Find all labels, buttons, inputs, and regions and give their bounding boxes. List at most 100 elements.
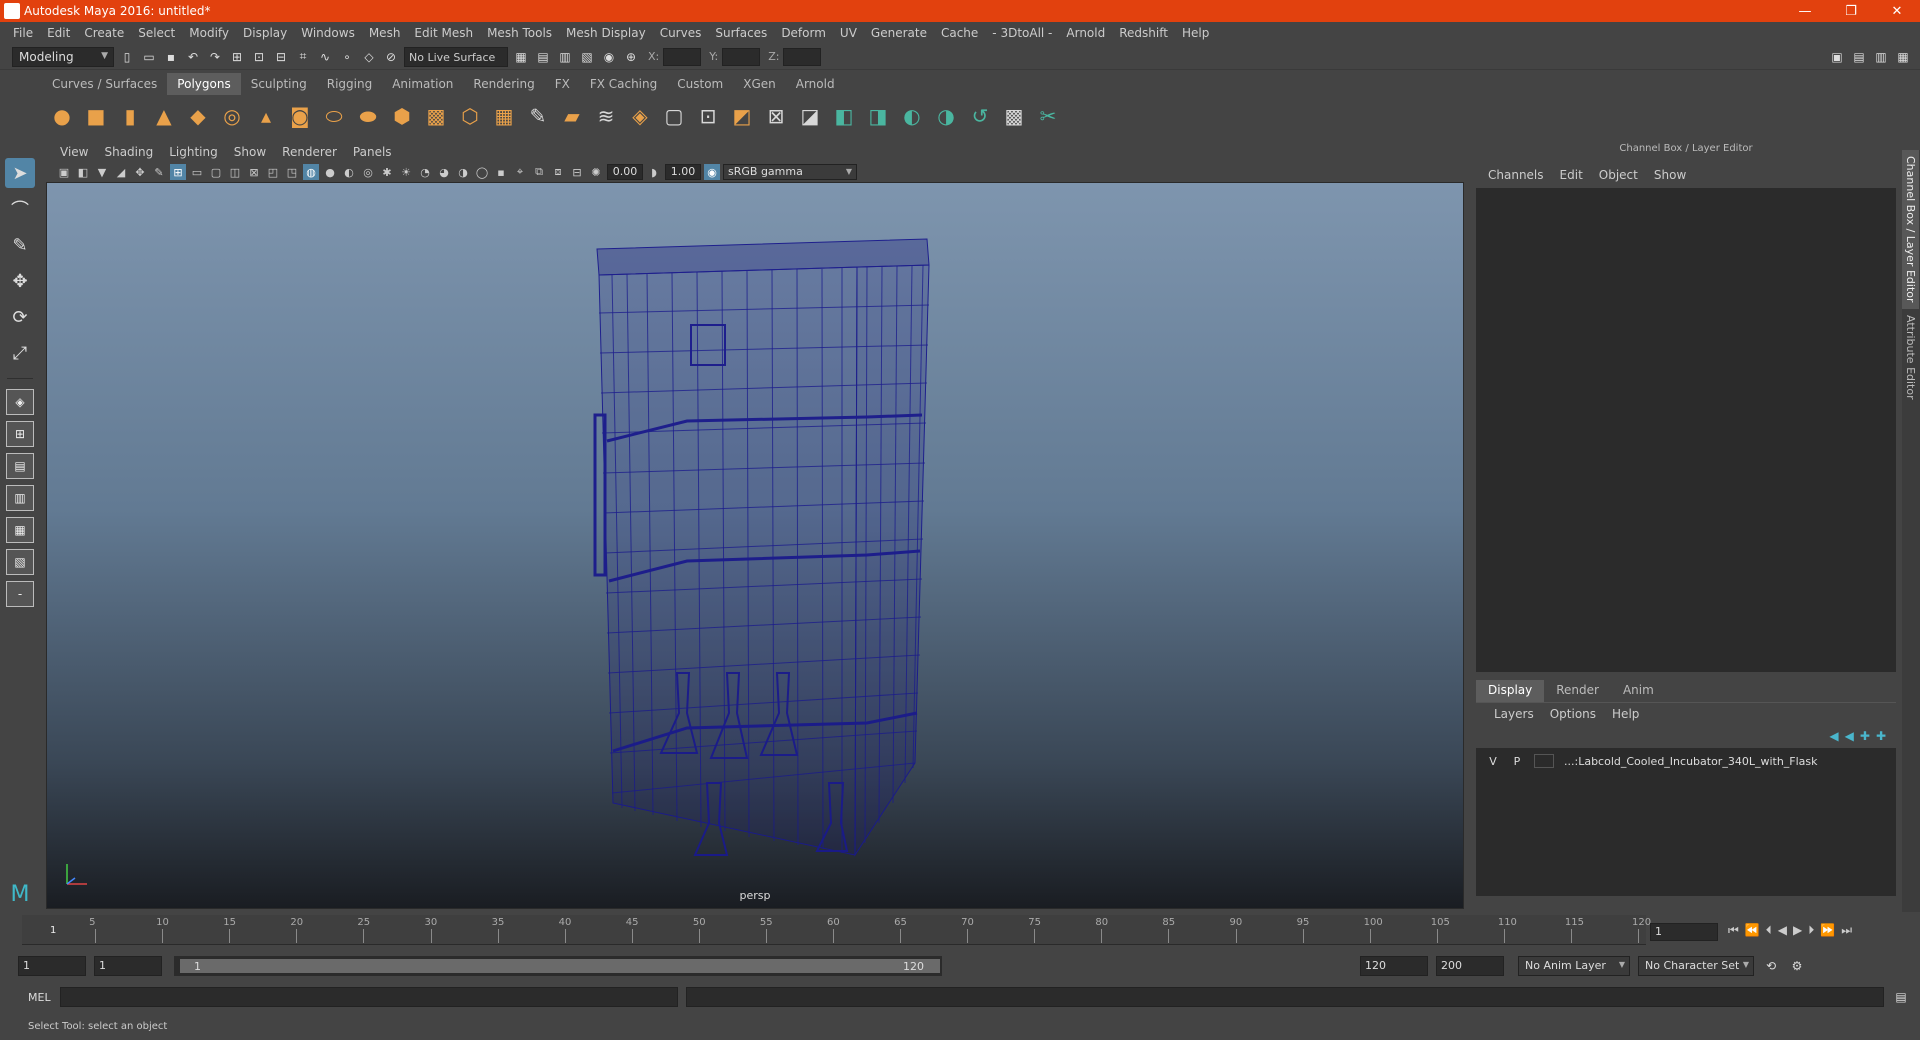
x-field[interactable]: [663, 47, 702, 66]
unfold-icon[interactable]: ↺: [966, 102, 994, 130]
panel-menu-renderer[interactable]: Renderer: [274, 145, 345, 159]
ipr-render-icon[interactable]: ▥: [556, 48, 574, 66]
step-forward-icon[interactable]: ⏩: [1820, 923, 1835, 938]
character-set-dropdown[interactable]: No Character Set: [1638, 956, 1754, 976]
render-settings-icon[interactable]: ▧: [578, 48, 596, 66]
menu-set-dropdown[interactable]: Modeling: [12, 46, 114, 67]
menu-surfaces[interactable]: Surfaces: [708, 26, 774, 40]
panel-menu-view[interactable]: View: [52, 145, 96, 159]
render-view-icon[interactable]: ▦: [512, 48, 530, 66]
tool-settings-icon[interactable]: ▥: [1872, 48, 1890, 66]
automatic-mapping-icon[interactable]: ◑: [932, 102, 960, 130]
grease-pencil-icon[interactable]: ✎: [151, 164, 167, 180]
target-weld-icon[interactable]: ⊠: [762, 102, 790, 130]
playback-start-field[interactable]: 1: [94, 956, 162, 976]
command-input[interactable]: [60, 987, 678, 1007]
tab-fx[interactable]: FX: [545, 73, 580, 95]
live-surface-field[interactable]: No Live Surface: [404, 46, 508, 67]
persp-hypershade-layout-icon[interactable]: ▧: [6, 549, 34, 575]
current-frame-field[interactable]: 1: [1650, 923, 1718, 941]
mirror-icon[interactable]: ⊡: [694, 102, 722, 130]
panel-menu-panels[interactable]: Panels: [345, 145, 400, 159]
cb-menu-object[interactable]: Object: [1591, 168, 1646, 182]
tab-fx-caching[interactable]: FX Caching: [580, 73, 667, 95]
close-button[interactable]: ✕: [1874, 4, 1920, 19]
perspective-viewport[interactable]: persp: [46, 182, 1464, 909]
layer-playback-toggle[interactable]: P: [1510, 755, 1524, 768]
field-chart-icon[interactable]: ⊠: [246, 164, 262, 180]
menu-edit[interactable]: Edit: [40, 26, 77, 40]
tab-xgen[interactable]: XGen: [733, 73, 786, 95]
multi-cut-icon[interactable]: ✎: [524, 102, 552, 130]
step-forward-key-icon[interactable]: ⏵: [1808, 923, 1814, 938]
animation-preferences-icon[interactable]: ⚙: [1788, 957, 1806, 975]
tab-curves-surfaces[interactable]: Curves / Surfaces: [42, 73, 167, 95]
bridge-icon[interactable]: ▦: [490, 102, 518, 130]
cb-menu-channels[interactable]: Channels: [1480, 168, 1552, 182]
separate-icon[interactable]: ⬬: [354, 102, 382, 130]
layer-visibility-toggle[interactable]: V: [1486, 755, 1500, 768]
menu-mesh-tools[interactable]: Mesh Tools: [480, 26, 559, 40]
default-material-icon[interactable]: ◐: [341, 164, 357, 180]
side-tab-attribute-editor[interactable]: Attribute Editor: [1902, 309, 1919, 406]
tab-rendering[interactable]: Rendering: [463, 73, 544, 95]
poly-pipe-icon[interactable]: ◙: [286, 102, 314, 130]
menu-arnold[interactable]: Arnold: [1059, 26, 1112, 40]
menu-select[interactable]: Select: [131, 26, 182, 40]
single-perspective-layout-icon[interactable]: ◈: [6, 389, 34, 415]
select-tool-icon[interactable]: ➤: [5, 158, 35, 188]
uv-editor-icon[interactable]: ◧: [830, 102, 858, 130]
transform-mode-icon[interactable]: ⊕: [622, 48, 640, 66]
select-camera-icon[interactable]: ▣: [56, 164, 72, 180]
tab-display[interactable]: Display: [1476, 680, 1545, 702]
smooth-icon[interactable]: ⬢: [388, 102, 416, 130]
menu-redshift[interactable]: Redshift: [1112, 26, 1175, 40]
create-empty-layer-icon[interactable]: ✚: [1860, 729, 1870, 743]
le-menu-help[interactable]: Help: [1604, 707, 1647, 721]
play-forwards-icon[interactable]: ▶: [1793, 923, 1802, 938]
append-to-polygon-icon[interactable]: ◈: [626, 102, 654, 130]
insert-edge-loop-icon[interactable]: ≋: [592, 102, 620, 130]
shadows-icon[interactable]: ◔: [417, 164, 433, 180]
layer-row[interactable]: V P ...:Labcold_Cooled_Incubator_340L_wi…: [1476, 752, 1896, 770]
redo-icon[interactable]: ↷: [206, 48, 224, 66]
ambient-occlusion-icon[interactable]: ◕: [436, 164, 452, 180]
playback-end-field[interactable]: 120: [1360, 956, 1428, 976]
lasso-tool-icon[interactable]: ⌒: [5, 194, 35, 224]
scale-tool-icon[interactable]: ⤢: [5, 338, 35, 368]
le-menu-layers[interactable]: Layers: [1486, 707, 1542, 721]
menu-mesh[interactable]: Mesh: [362, 26, 408, 40]
outliner-persp-layout-icon[interactable]: ▦: [6, 517, 34, 543]
new-scene-icon[interactable]: ▯: [118, 48, 136, 66]
create-layer-from-selected-icon[interactable]: ✚: [1876, 729, 1886, 743]
go-to-end-icon[interactable]: ⏭: [1841, 923, 1852, 938]
exposure-field[interactable]: 0.00: [607, 164, 643, 180]
select-by-hierarchy-icon[interactable]: ⊞: [228, 48, 246, 66]
panel-menu-lighting[interactable]: Lighting: [161, 145, 226, 159]
minimize-button[interactable]: —: [1782, 4, 1828, 19]
open-scene-icon[interactable]: ▭: [140, 48, 158, 66]
menu-cache[interactable]: Cache: [934, 26, 985, 40]
merge-icon[interactable]: ◩: [728, 102, 756, 130]
exposure-icon[interactable]: ✺: [588, 164, 604, 180]
layer-color-swatch[interactable]: [1534, 754, 1554, 768]
poly-cone-icon[interactable]: ▲: [150, 102, 178, 130]
menu-3dtoall[interactable]: - 3DtoAll -: [985, 26, 1059, 40]
anim-layer-dropdown[interactable]: No Anim Layer: [1518, 956, 1630, 976]
boolean-icon[interactable]: ▩: [422, 102, 450, 130]
cut-uv-icon[interactable]: ✂: [1034, 102, 1062, 130]
step-back-key-icon[interactable]: ⏴: [1766, 923, 1772, 938]
auto-key-icon[interactable]: ⟲: [1762, 957, 1780, 975]
play-backwards-icon[interactable]: ◀: [1778, 923, 1787, 938]
persp-graph-layout-icon[interactable]: ▥: [6, 485, 34, 511]
persp-outliner-layout-icon[interactable]: ▤: [6, 453, 34, 479]
xray-joints-icon[interactable]: ⌖: [512, 164, 528, 180]
screen-space-icon[interactable]: ⊟: [569, 164, 585, 180]
cb-menu-edit[interactable]: Edit: [1552, 168, 1591, 182]
menu-mesh-display[interactable]: Mesh Display: [559, 26, 653, 40]
menu-display[interactable]: Display: [236, 26, 294, 40]
paint-select-icon[interactable]: ✎: [5, 230, 35, 260]
tab-rigging[interactable]: Rigging: [317, 73, 382, 95]
step-back-icon[interactable]: ⏪: [1745, 923, 1760, 938]
film-gate-icon[interactable]: ▭: [189, 164, 205, 180]
